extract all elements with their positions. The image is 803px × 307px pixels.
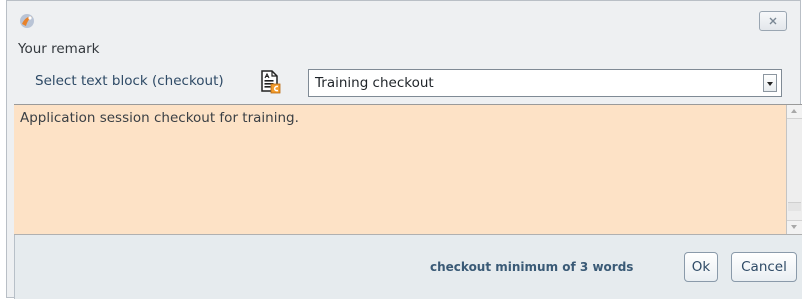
- ok-button[interactable]: Ok: [684, 252, 718, 282]
- text-block-dropdown[interactable]: Training checkout: [308, 69, 782, 97]
- close-button[interactable]: [759, 11, 787, 31]
- word-minimum-hint: checkout minimum of 3 words: [430, 260, 634, 274]
- remark-dialog: Your remark Select text block (checkout)…: [6, 0, 802, 299]
- scroll-down-icon[interactable]: [787, 220, 802, 234]
- chevron-down-icon[interactable]: [763, 74, 777, 92]
- dialog-title: Your remark: [18, 41, 100, 57]
- cancel-button[interactable]: Cancel: [731, 252, 797, 282]
- select-text-block-label: Select text block (checkout): [35, 73, 224, 89]
- dialog-footer: checkout minimum of 3 words Ok Cancel: [14, 235, 802, 299]
- scroll-up-icon[interactable]: [787, 105, 802, 119]
- scroll-thumb[interactable]: [788, 202, 801, 211]
- vertical-scrollbar[interactable]: [786, 105, 802, 234]
- text-block-icon[interactable]: [259, 70, 281, 94]
- app-logo-icon: [19, 13, 35, 29]
- remark-text: Application session checkout for trainin…: [20, 110, 299, 126]
- remark-textarea[interactable]: Application session checkout for trainin…: [14, 104, 802, 235]
- close-icon: [769, 17, 777, 25]
- dropdown-selected-value: Training checkout: [315, 75, 434, 91]
